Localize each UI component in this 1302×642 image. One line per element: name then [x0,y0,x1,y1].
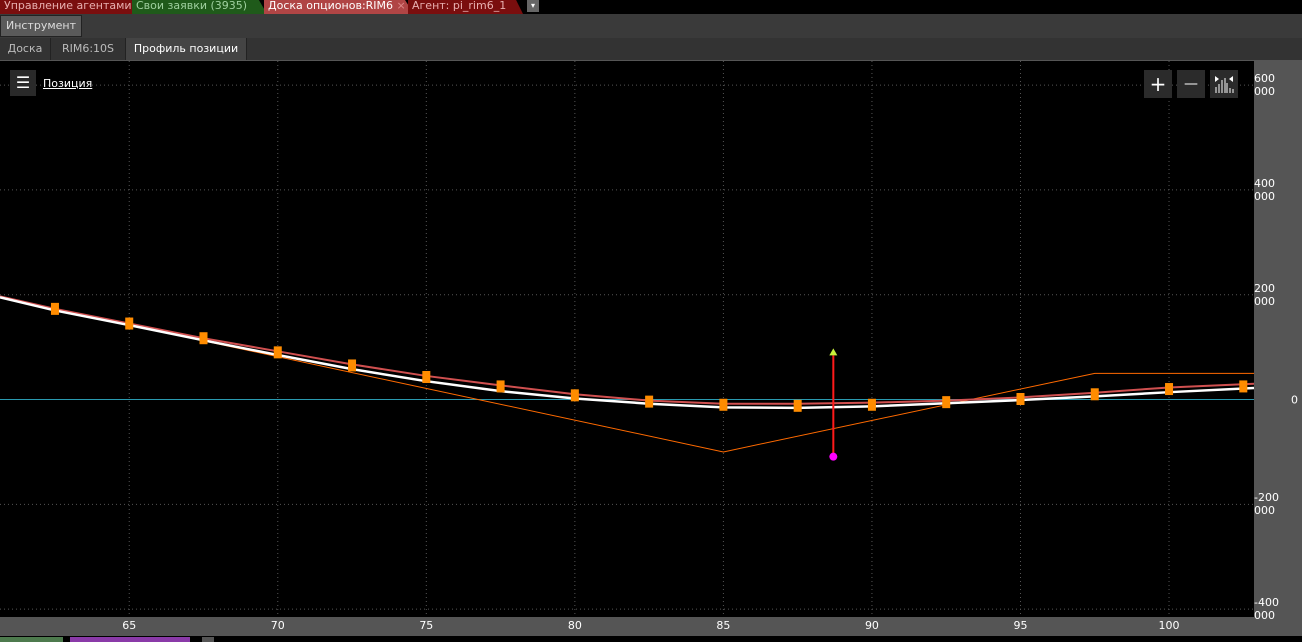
data-point-marker [570,389,579,402]
data-point-marker [1090,388,1099,401]
tab-options-board[interactable]: Доска опционов:RIM6 × [264,0,414,14]
position-profile-chart[interactable] [0,61,1302,636]
tab-board[interactable]: Доска [0,38,51,60]
tab-label: Доска опционов:RIM6 [268,0,394,12]
zoom-in-button[interactable]: + [1144,70,1172,98]
instrument-button[interactable]: Инструмент [0,15,82,37]
data-point-marker [273,346,282,359]
chevron-down-icon[interactable]: ▾ [527,0,539,12]
data-point-marker [1239,380,1248,393]
close-icon[interactable]: × [397,0,406,12]
data-point-marker [793,399,802,412]
bottom-tab-3[interactable] [202,637,214,642]
fit-view-button[interactable] [1210,70,1238,98]
tab-position-profile[interactable]: Профиль позиции [126,38,247,60]
tab-agent[interactable]: Агент: pi_rim6_1 [408,0,523,14]
data-point-marker [348,359,357,372]
tab-rim6-10s[interactable]: RIM6:10S [51,38,126,60]
data-point-marker [867,398,876,411]
bottom-tab-1[interactable] [0,637,63,642]
bottom-tab-2[interactable] [70,637,190,642]
arrow-up-icon [829,348,838,356]
data-point-marker [1165,383,1174,396]
data-point-marker [719,398,728,411]
data-point-marker [422,370,431,383]
data-point-marker [125,317,134,330]
sub-tab-bar: Доска RIM6:10S Профиль позиции [0,38,1302,61]
series-line-expiration [0,296,1254,453]
list-icon[interactable]: ☰ [10,70,36,96]
data-point-marker [496,380,505,393]
tab-agent-management[interactable]: Управление агентами [0,0,140,14]
position-legend-link[interactable]: Позиция [43,77,92,90]
fit-icon [1215,76,1234,93]
data-point-marker [645,395,654,408]
data-point-marker [942,396,951,409]
tab-own-orders[interactable]: Свои заявки (3935) [132,0,267,14]
zoom-out-button[interactable]: — [1177,70,1205,98]
top-tab-bar: Управление агентами Свои заявки (3935) Д… [0,0,1302,14]
data-point-marker [50,302,59,315]
data-point-marker [1016,393,1025,406]
toolbar: Инструмент [0,14,1302,38]
series-line-model [0,295,1255,405]
data-point-marker [199,332,208,345]
current-price-dot [829,452,838,461]
series-line-today [0,296,1255,410]
